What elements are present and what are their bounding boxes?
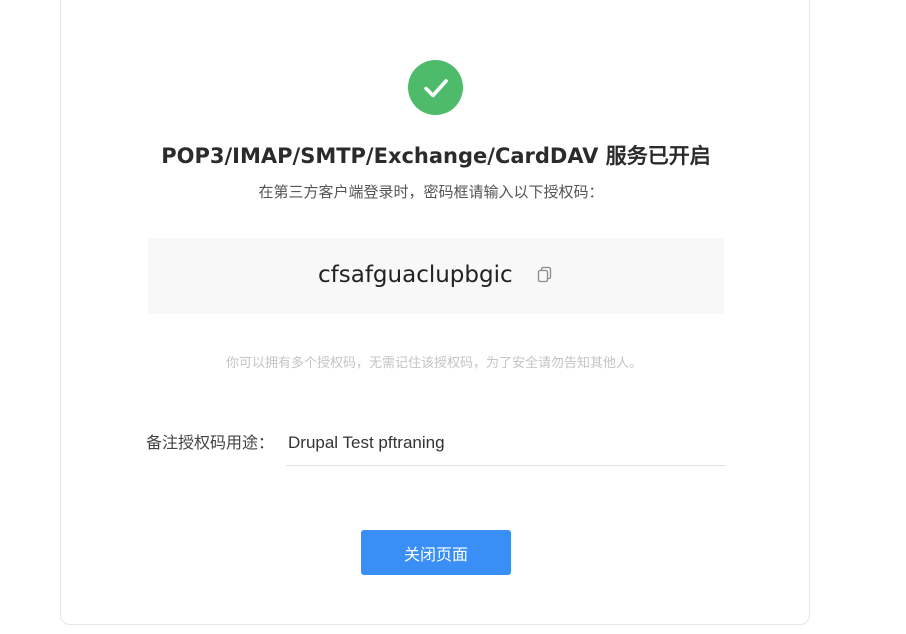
note-label: 备注授权码用途： [146, 433, 275, 452]
auth-code: cfsafguaclupbgic [318, 262, 513, 288]
page-title: POP3/IMAP/SMTP/Exchange/CardDAV 服务已开启 [161, 144, 711, 168]
copy-icon-glyph [537, 266, 552, 283]
auth-code-box: cfsafguaclupbgic [148, 238, 724, 314]
security-hint: 你可以拥有多个授权码，无需记住该授权码，为了安全请勿告知其他人。 [225, 356, 642, 371]
close-page-button[interactable]: 关闭页面 [361, 530, 511, 575]
check-circle-icon [408, 60, 463, 115]
copy-icon[interactable] [537, 266, 553, 284]
page-subtitle: 在第三方客户端登录时，密码框请输入以下授权码： [258, 183, 604, 201]
note-input[interactable] [286, 420, 726, 466]
checkmark-icon [423, 78, 448, 97]
